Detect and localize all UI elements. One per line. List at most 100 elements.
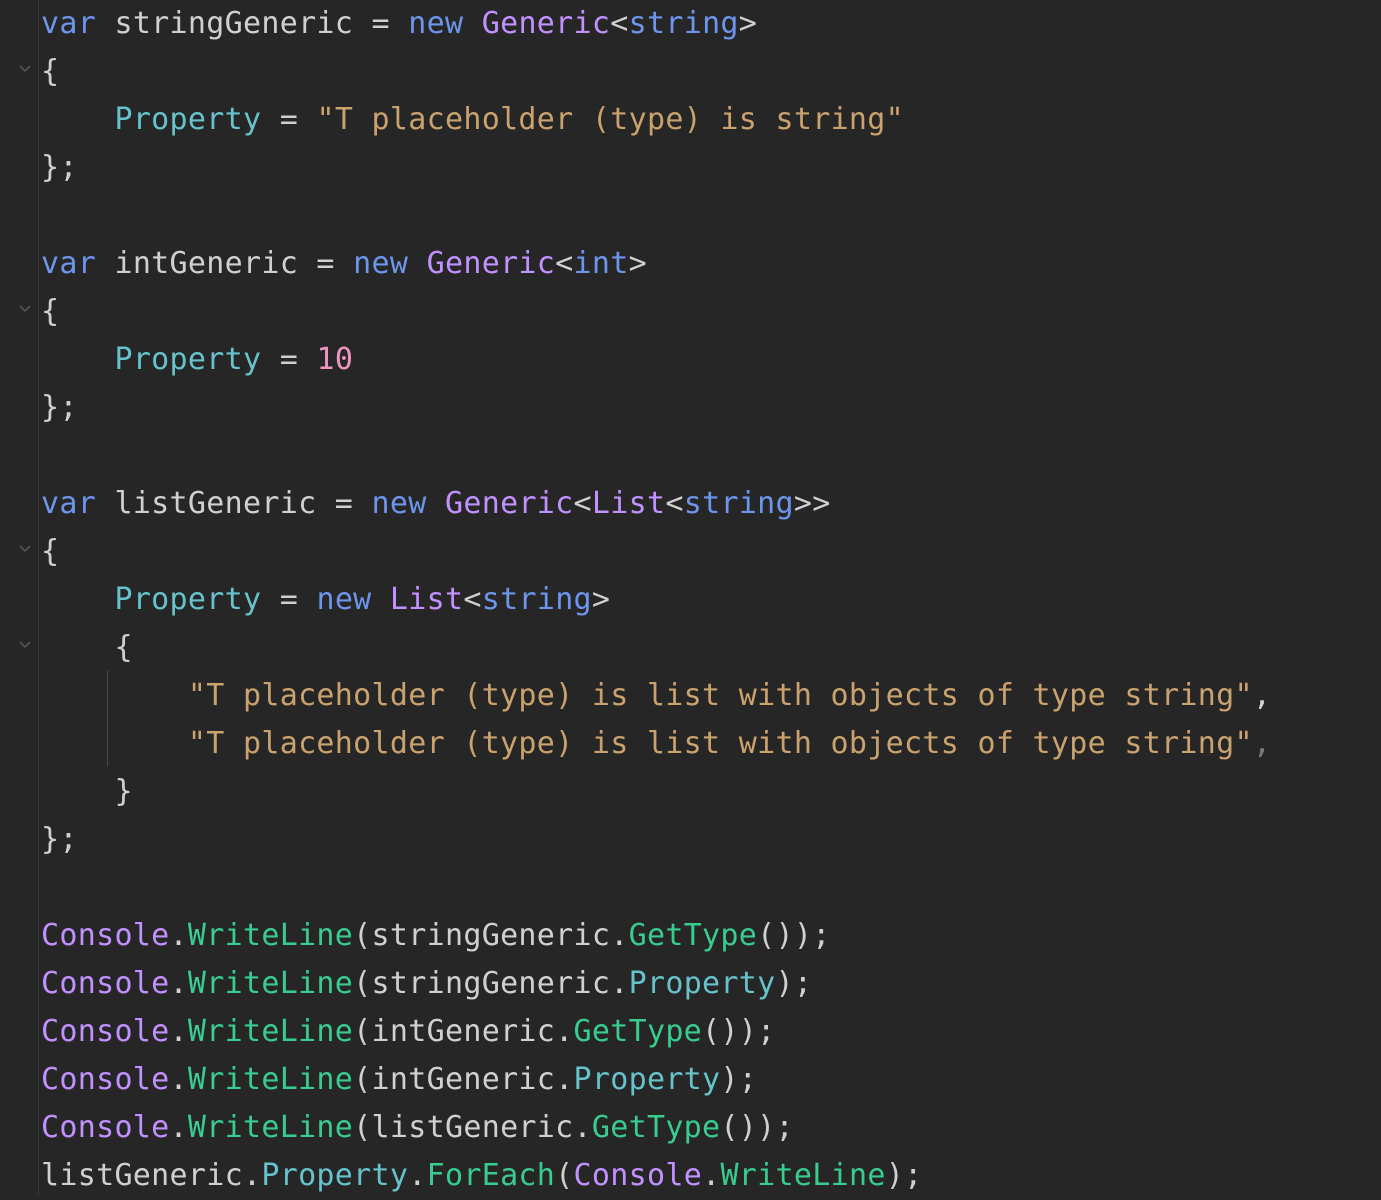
code-line[interactable]: {	[41, 528, 59, 576]
code-token: var	[41, 246, 97, 281]
code-token: (stringGeneric.	[353, 918, 629, 953]
code-token: {	[41, 630, 133, 665]
code-line[interactable]: var listGeneric = new Generic<List<strin…	[41, 480, 831, 528]
code-token: new	[371, 486, 427, 521]
code-token: new	[353, 246, 409, 281]
code-token: Console	[41, 1014, 170, 1049]
code-token: .	[169, 966, 188, 1001]
code-token: }	[41, 774, 133, 809]
code-token: Console	[41, 918, 170, 953]
code-token: ());	[720, 1110, 794, 1145]
code-token: Console	[573, 1158, 703, 1193]
editor-gutter	[0, 0, 38, 1195]
code-token: <	[665, 486, 684, 521]
code-token: List	[591, 486, 666, 521]
fold-chevron-down-icon[interactable]	[18, 303, 32, 315]
code-line[interactable]: Console.WriteLine(stringGeneric.GetType(…	[41, 912, 831, 960]
code-line[interactable]: };	[41, 384, 78, 432]
code-token: >	[738, 6, 758, 41]
code-token: .	[169, 1110, 188, 1145]
code-token: stringGeneric =	[96, 6, 409, 41]
code-token: {	[41, 534, 60, 569]
gutter-divider	[38, 0, 39, 1195]
code-line[interactable]: Console.WriteLine(listGeneric.GetType())…	[41, 1104, 794, 1152]
code-line[interactable]: {	[41, 288, 59, 336]
code-token: GetType	[591, 1110, 721, 1145]
code-token: >	[591, 582, 611, 617]
code-token: (intGeneric.	[353, 1062, 574, 1097]
code-token: List	[389, 582, 464, 617]
code-token: "T placeholder (type) is list with objec…	[187, 678, 1253, 713]
code-token: string	[683, 486, 794, 521]
code-token: WriteLine	[187, 966, 354, 1001]
code-token: <	[573, 486, 592, 521]
code-token: .	[702, 1158, 721, 1193]
code-token: >	[628, 246, 647, 281]
code-line[interactable]: "T placeholder (type) is list with objec…	[41, 672, 1271, 720]
code-token: ,	[1252, 726, 1272, 761]
code-token: WriteLine	[187, 1110, 354, 1145]
code-line[interactable]: Property = 10	[41, 336, 353, 384]
code-line[interactable]: Property = new List<string>	[41, 576, 610, 624]
code-editor[interactable]: var stringGeneric = new Generic<string>{…	[0, 0, 1381, 1195]
code-token: "T placeholder (type) is list with objec…	[187, 726, 1253, 761]
code-line[interactable]: Console.WriteLine(intGeneric.GetType());	[41, 1008, 776, 1056]
code-line[interactable]: Console.WriteLine(stringGeneric.Property…	[41, 960, 812, 1008]
code-token: var	[41, 486, 97, 521]
code-token: string	[628, 6, 739, 41]
code-token: Console	[41, 1110, 170, 1145]
code-token: WriteLine	[720, 1158, 886, 1193]
code-token: (listGeneric.	[353, 1110, 592, 1145]
code-token: WriteLine	[187, 1014, 354, 1049]
code-token: ());	[702, 1014, 776, 1049]
code-token: .	[169, 1014, 188, 1049]
code-token: >>	[793, 486, 831, 521]
code-token: 10	[316, 342, 354, 377]
code-token: .	[408, 1158, 427, 1193]
code-token: intGeneric =	[96, 246, 354, 281]
code-token: "T placeholder (type) is string"	[316, 102, 905, 137]
code-token: (stringGeneric.	[353, 966, 629, 1001]
code-line[interactable]: "T placeholder (type) is list with objec…	[41, 720, 1271, 768]
code-token: Property	[628, 966, 776, 1001]
fold-chevron-down-icon[interactable]	[18, 63, 32, 75]
code-line[interactable]: var stringGeneric = new Generic<string>	[41, 0, 757, 48]
code-token: Console	[41, 1062, 170, 1097]
code-token: ());	[757, 918, 831, 953]
code-line[interactable]: };	[41, 816, 78, 864]
code-line[interactable]: {	[41, 624, 133, 672]
code-token: string	[481, 582, 592, 617]
fold-chevron-down-icon[interactable]	[18, 543, 32, 555]
code-token: Property	[261, 1158, 409, 1193]
code-line[interactable]: };	[41, 144, 78, 192]
code-token: Property	[114, 102, 262, 137]
code-line[interactable]: }	[41, 768, 133, 816]
code-line[interactable]: {	[41, 48, 59, 96]
code-token: {	[41, 54, 60, 89]
code-token: );	[885, 1158, 923, 1193]
code-token: new	[408, 6, 464, 41]
code-token: <	[555, 246, 574, 281]
code-token: };	[41, 150, 78, 185]
code-line[interactable]: Property = "T placeholder (type) is stri…	[41, 96, 904, 144]
code-token: new	[316, 582, 372, 617]
code-token: );	[720, 1062, 758, 1097]
code-token: .	[169, 1062, 188, 1097]
code-token: );	[775, 966, 813, 1001]
code-token: int	[573, 246, 629, 281]
code-line[interactable]: Console.WriteLine(intGeneric.Property);	[41, 1056, 757, 1104]
code-token: };	[41, 822, 78, 857]
code-line[interactable]: var intGeneric = new Generic<int>	[41, 240, 647, 288]
code-line[interactable]: listGeneric.Property.ForEach(Console.Wri…	[41, 1152, 922, 1200]
code-token: Generic	[445, 486, 574, 521]
code-token: (intGeneric.	[353, 1014, 574, 1049]
fold-chevron-down-icon[interactable]	[18, 639, 32, 651]
